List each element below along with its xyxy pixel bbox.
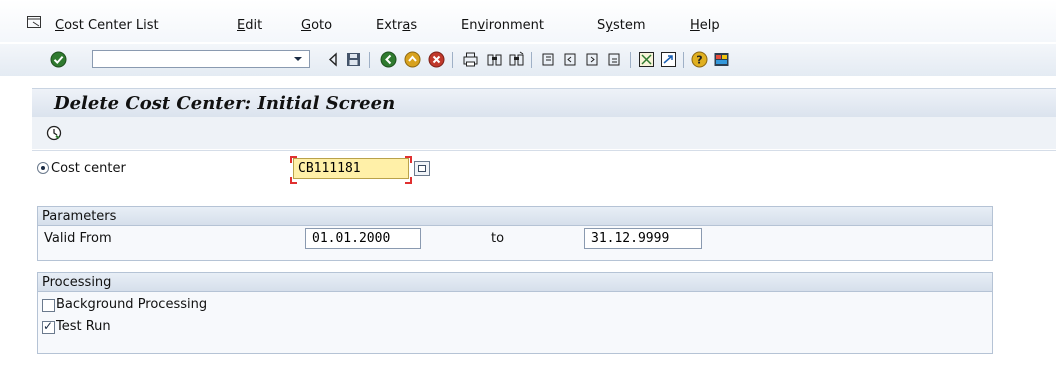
focus-corner [405, 177, 412, 184]
application-toolbar [32, 117, 1056, 149]
multiple-selection-button[interactable] [414, 161, 430, 176]
customize-layout-icon[interactable] [713, 51, 730, 68]
parameters-header: Parameters [38, 207, 992, 226]
toolbar-separator [531, 52, 532, 68]
menu-cost-center-list[interactable]: Cost Center List [55, 18, 159, 33]
processing-title: Processing [42, 275, 112, 290]
chevron-down-icon[interactable] [288, 51, 308, 67]
toolbar-separator [452, 52, 453, 68]
screen-title-bar: Delete Cost Center: Initial Screen [32, 88, 1056, 117]
cancel-icon[interactable] [428, 51, 445, 68]
focus-corner [290, 156, 297, 163]
find-next-icon[interactable] [508, 51, 525, 68]
standard-toolbar: ? [0, 44, 1056, 76]
toolbar-separator [683, 52, 684, 68]
help-icon[interactable]: ? [691, 51, 708, 68]
command-field[interactable] [92, 50, 310, 68]
background-processing-label: Background Processing [56, 297, 208, 312]
shortcut-icon[interactable] [660, 51, 677, 68]
test-run-label: Test Run [56, 319, 111, 334]
enter-icon[interactable] [50, 51, 67, 68]
next-page-icon[interactable] [584, 51, 601, 68]
focus-corner [290, 177, 297, 184]
cost-center-radio[interactable] [37, 162, 49, 174]
test-run-checkbox[interactable] [42, 319, 55, 334]
valid-from-label: Valid From [44, 231, 112, 246]
to-label: to [491, 231, 505, 246]
create-session-icon[interactable] [638, 51, 655, 68]
menu-bar: Cost Center List Edit Goto Extras Enviro… [0, 0, 1056, 42]
toolbar-separator [630, 52, 631, 68]
processing-group: Processing Background Processing Test Ru… [37, 272, 993, 354]
print-icon[interactable] [462, 51, 479, 68]
menu-goto[interactable]: Goto [301, 18, 332, 33]
background-processing-checkbox[interactable] [42, 299, 55, 312]
svg-text:?: ? [696, 54, 702, 67]
exit-icon[interactable] [404, 51, 421, 68]
cost-center-label: Cost center [51, 161, 126, 176]
menu-system[interactable]: System [597, 18, 646, 33]
cost-center-input[interactable]: CB111181 [293, 158, 409, 179]
menu-extras[interactable]: Extras [376, 18, 417, 33]
parameters-title: Parameters [42, 209, 117, 224]
system-menu-icon[interactable] [27, 16, 41, 28]
divider [32, 150, 1056, 151]
parameters-group: Parameters Valid From 01.01.2000 to 31.1… [37, 206, 993, 261]
valid-to-input[interactable]: 31.12.9999 [584, 228, 702, 249]
back-icon[interactable] [325, 51, 342, 68]
menu-environment[interactable]: Environment [461, 18, 544, 33]
previous-page-icon[interactable] [562, 51, 579, 68]
focus-corner [405, 156, 412, 163]
toolbar-separator [369, 52, 370, 68]
menu-help[interactable]: Help [690, 18, 720, 33]
back-green-icon[interactable] [380, 51, 397, 68]
first-page-icon[interactable] [540, 51, 557, 68]
last-page-icon[interactable] [606, 51, 623, 68]
find-icon[interactable] [486, 51, 503, 68]
menu-edit[interactable]: Edit [237, 18, 262, 33]
processing-header: Processing [38, 273, 992, 292]
page-title: Delete Cost Center: Initial Screen [54, 93, 396, 114]
save-icon[interactable] [345, 51, 362, 68]
valid-from-input[interactable]: 01.01.2000 [305, 228, 421, 249]
execute-icon[interactable] [46, 125, 62, 141]
